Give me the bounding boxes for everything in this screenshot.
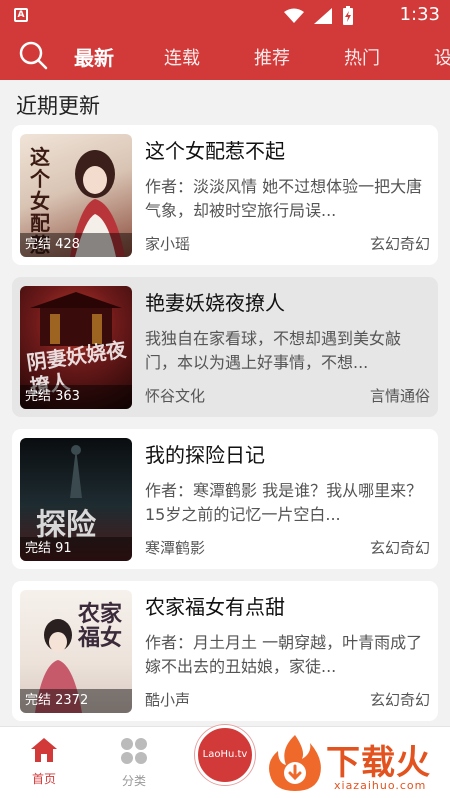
- book-genre: 玄幻奇幻: [369, 235, 430, 253]
- book-author: 寒潭鹤影: [145, 539, 206, 557]
- tab-popular[interactable]: 热门: [344, 44, 380, 70]
- book-card[interactable]: 阴妻妖娆夜撩人 完结 363 艳妻妖娆夜撩人 我独自在家看球，不想却遇到美女敲门…: [12, 277, 438, 417]
- book-author: 家小瑶: [145, 235, 191, 253]
- top-nav: 最新 连载 推荐 热门 设: [0, 30, 450, 80]
- wifi-icon: [284, 8, 304, 23]
- bottom-nav: 首页 分类 LaoHu.tv 下载火 xiazaihuo.com: [0, 725, 450, 798]
- watermark-logo: 下载火 xiazaihuo.com: [266, 733, 446, 795]
- nav-category-label: 分类: [121, 774, 146, 788]
- system-icons: [284, 6, 354, 26]
- clock: 1:33: [399, 4, 440, 25]
- book-cover: 这个女配惹不起 完结 428: [20, 134, 132, 257]
- tab-recommended[interactable]: 推荐: [254, 44, 290, 70]
- book-cover: 农家福女 完结 2372: [20, 590, 132, 713]
- watermark-url: xiazaihuo.com: [334, 779, 427, 792]
- book-title: 我的探险日记: [145, 443, 265, 467]
- book-genre: 玄幻奇幻: [369, 691, 430, 709]
- book-author: 怀谷文化: [145, 387, 206, 405]
- book-card[interactable]: 农家福女 完结 2372 农家福女有点甜 作者：月土月土 一朝穿越，叶青雨成了嫁…: [12, 581, 438, 721]
- book-description: 作者：寒潭鹤影 我是谁？我从哪里来？15岁之前的记忆一片空白...: [145, 481, 423, 524]
- home-icon: [31, 738, 57, 762]
- nav-home-label: 首页: [31, 772, 56, 786]
- status-bar: A 1:33: [0, 0, 450, 30]
- battery-icon: [343, 6, 353, 25]
- status-badge: 完结 363: [20, 385, 132, 409]
- book-card[interactable]: 探险 完结 91 我的探险日记 作者：寒潭鹤影 我是谁？我从哪里来？15岁之前的…: [12, 429, 438, 569]
- book-title: 这个女配惹不起: [145, 139, 285, 163]
- book-cover: 阴妻妖娆夜撩人 完结 363: [20, 286, 132, 409]
- tab-serializing[interactable]: 连载: [164, 44, 200, 70]
- book-author: 酷小声: [145, 691, 191, 709]
- watermark-text: 下载火: [326, 743, 431, 783]
- grid-icon: [121, 738, 147, 764]
- tab-latest[interactable]: 最新: [74, 42, 114, 71]
- status-badge: 完结 2372: [20, 689, 132, 713]
- app-notification-icon: A: [14, 8, 28, 22]
- center-logo-button[interactable]: LaoHu.tv: [195, 725, 255, 785]
- status-badge: 完结 428: [20, 233, 132, 257]
- section-title: 近期更新: [16, 94, 100, 118]
- book-genre: 言情通俗: [369, 387, 430, 405]
- book-description: 作者：月土月土 一朝穿越，叶青雨成了嫁不出去的丑姑娘，家徒...: [145, 633, 423, 676]
- book-card[interactable]: 这个女配惹不起 完结 428 这个女配惹不起 作者：淡淡风情 她不过想体验一把大…: [12, 125, 438, 265]
- book-description: 作者：淡淡风情 她不过想体验一把大唐气象，却被时空旅行局误...: [145, 177, 423, 220]
- book-title: 艳妻妖娆夜撩人: [145, 291, 285, 315]
- book-description: 我独自在家看球，不想却遇到美女敲门，本以为遇上好事情，不想...: [145, 329, 402, 372]
- search-icon[interactable]: [18, 40, 48, 70]
- cover-title-art: 农家福女: [78, 601, 123, 651]
- book-genre: 玄幻奇幻: [369, 539, 430, 557]
- tab-settings[interactable]: 设: [434, 44, 450, 70]
- nav-category[interactable]: 分类: [104, 737, 164, 789]
- flame-logo-icon: [269, 735, 321, 791]
- book-cover: 探险 完结 91: [20, 438, 132, 561]
- status-badge: 完结 91: [20, 537, 132, 561]
- book-title: 农家福女有点甜: [145, 595, 285, 619]
- nav-home[interactable]: 首页: [14, 737, 74, 787]
- signal-icon: [314, 8, 332, 24]
